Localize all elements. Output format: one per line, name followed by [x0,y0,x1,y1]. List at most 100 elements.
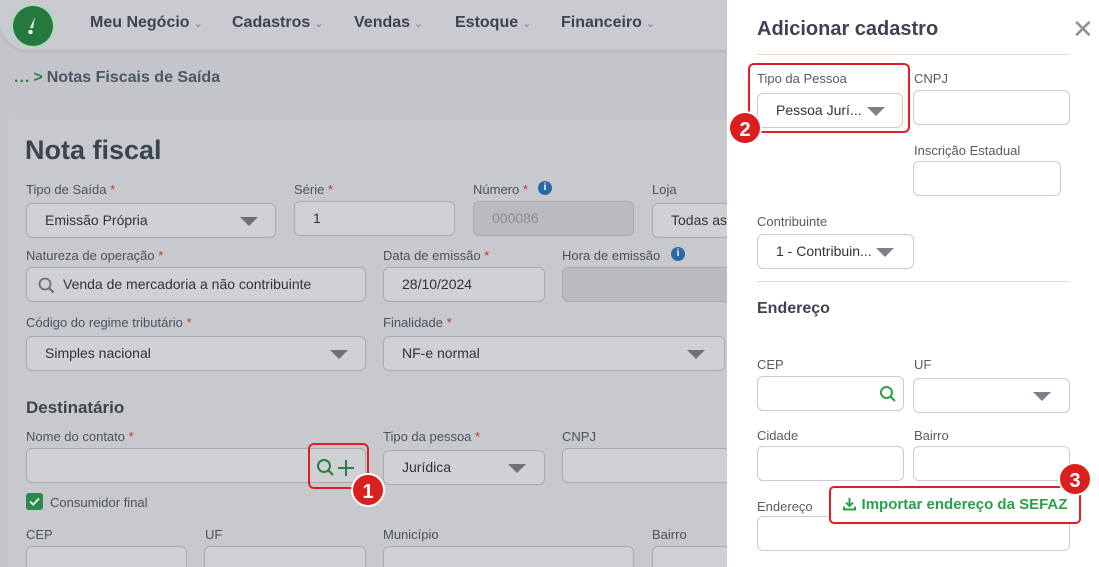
highlight-tipo-pessoa [748,63,910,133]
tipo-pessoa-label: Tipo da pessoa * [383,429,481,444]
nav-meu-negocio[interactable]: Meu Negócio ⌄ [90,14,203,32]
info-icon[interactable]: i [538,181,552,195]
panel-cnpj-input[interactable] [913,90,1070,125]
page-title: Nota fiscal [25,135,162,165]
caret-down-icon [876,248,894,257]
caret-down-icon [240,217,258,226]
numero-input: 000086 [473,201,634,236]
divider [757,54,1070,55]
caret-down-icon [330,350,348,359]
panel-cep-label: CEP [757,357,784,372]
info-icon[interactable]: i [671,247,685,261]
data-emissao-label: Data de emissão * [383,248,490,263]
checkmark-icon [29,497,40,507]
panel-inscricao-input[interactable] [913,161,1061,196]
caret-down-icon [1033,392,1051,401]
endereco-section-title: Endereço [757,300,830,317]
loja-select[interactable]: Todas as [652,203,727,238]
loja-label: Loja [652,182,677,197]
app-logo[interactable] [13,6,53,46]
panel-bairro-label: Bairro [914,428,949,443]
close-icon[interactable]: ✕ [1072,14,1094,45]
importar-endereco-sefaz-button[interactable]: Importar endereço da SEFAZ [829,486,1081,524]
consumidor-final-checkbox[interactable] [26,493,43,510]
natureza-label: Natureza de operação * [26,248,164,263]
input-value: 000086 [492,210,539,226]
panel-bairro-input[interactable] [913,446,1070,481]
nav-cadastros[interactable]: Cadastros ⌄ [232,14,323,32]
tipo-saida-label: Tipo de Saída * [26,182,116,197]
panel-cidade-input[interactable] [757,446,904,481]
panel-endereco-label: Endereço [757,499,813,514]
nav-label: Financeiro [561,14,642,31]
regime-select[interactable]: Simples nacional [26,336,366,371]
regime-label: Código do regime tributário * [26,315,192,330]
divider [757,281,1070,282]
panel-inscricao-label: Inscrição Estadual [914,143,1021,158]
cnpj-input[interactable] [562,448,727,483]
data-emissao-input[interactable]: 28/10/2024 [383,267,545,302]
natureza-search-input[interactable]: Venda de mercadoria a não contribuinte [26,267,366,302]
cnpj-label: CNPJ [562,429,596,444]
caret-down-icon [687,350,705,359]
bairro-input[interactable] [652,546,727,567]
panel-contribuinte-label: Contribuinte [757,214,828,229]
nav-label: Meu Negócio [90,14,190,31]
tipo-pessoa-select[interactable]: Jurídica [383,450,545,485]
select-value: NF-e normal [402,345,480,361]
chevron-down-icon: ⌄ [522,18,532,30]
nome-contato-label: Nome do contato * [26,429,134,444]
step-badge-1: 1 [351,473,385,507]
chevron-down-icon: ⌄ [645,18,656,30]
panel-uf-select[interactable] [913,378,1070,413]
button-label: Importar endereço da SEFAZ [861,496,1068,513]
finalidade-select[interactable]: NF-e normal [383,336,725,371]
step-badge-3: 3 [1058,462,1092,496]
destinatario-section-title: Destinatário [26,398,125,417]
input-value: 28/10/2024 [402,276,473,292]
search-icon[interactable] [879,385,897,403]
serie-input[interactable]: 1 [294,201,455,236]
municipio-input[interactable] [383,546,634,567]
uf-select[interactable] [204,546,366,567]
chevron-down-icon: ⌄ [414,18,424,30]
nav-financeiro[interactable]: Financeiro ⌄ [561,14,655,32]
nav-label: Vendas [354,14,411,31]
consumidor-final-label: Consumidor final [50,495,148,510]
main-app-overlay: Meu Negócio ⌄ Cadastros ⌄ Vendas ⌄ Estoque ⌄… [0,0,727,567]
logo-mark-icon [28,17,35,35]
step-badge-2: 2 [728,111,762,145]
caret-down-icon [508,464,526,473]
uf-label: UF [205,527,223,542]
chevron-down-icon: ⌄ [314,18,324,30]
tipo-saida-select[interactable]: Emissão Própria [26,203,276,238]
cep-label: CEP [26,527,53,542]
nav-label: Cadastros [232,14,311,31]
numero-label: Número * [473,182,528,197]
input-value: Venda de mercadoria a não contribuinte [63,276,312,292]
nav-estoque[interactable]: Estoque ⌄ [455,14,531,32]
select-value: Todas as [671,212,727,228]
panel-uf-label: UF [914,357,932,372]
nav-label: Estoque [455,14,519,31]
select-value: Jurídica [402,459,452,475]
input-value: 1 [313,210,321,226]
select-value: 1 - Contribuin... [776,243,872,259]
panel-title: Adicionar cadastro [757,18,939,40]
serie-label: Série * [294,182,334,197]
panel-cep-input[interactable] [757,376,904,411]
hora-emissao-label: Hora de emissão [562,248,661,263]
breadcrumb-ellipsis[interactable]: ... [14,69,30,86]
top-navigation: Meu Negócio ⌄ Cadastros ⌄ Vendas ⌄ Estoque ⌄… [0,0,727,50]
search-icon [38,277,55,294]
cep-input[interactable] [26,546,187,567]
download-icon [842,498,856,511]
breadcrumb: ... > Notas Fiscais de Saída [14,69,220,87]
chevron-down-icon: ⌄ [193,18,203,30]
nav-vendas[interactable]: Vendas ⌄ [354,14,423,32]
breadcrumb-separator: > [33,69,43,86]
panel-contribuinte-select[interactable]: 1 - Contribuin... [757,234,914,269]
bairro-label: Bairro [652,527,687,542]
select-value: Emissão Própria [45,212,148,228]
add-cadastro-panel: Adicionar cadastro ✕ Tipo da Pessoa Pess… [727,0,1099,567]
